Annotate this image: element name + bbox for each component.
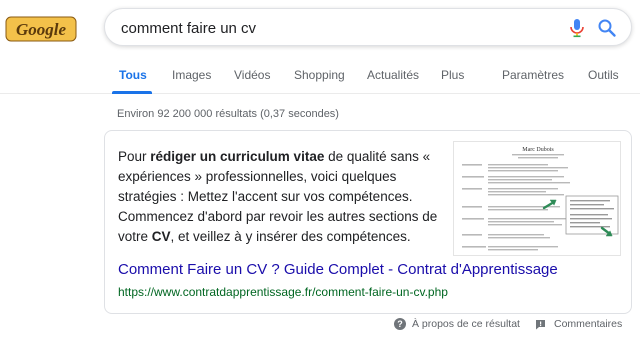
search-bar	[104, 8, 632, 46]
help-icon: ?	[394, 318, 406, 330]
result-title-link[interactable]: Comment Faire un CV ? Guide Complet - Co…	[118, 261, 558, 278]
google-logo[interactable]: Google	[4, 14, 78, 44]
tab-shopping[interactable]: Shopping	[294, 68, 345, 82]
feedback-label: Commentaires	[554, 318, 623, 330]
tab-all[interactable]: Tous	[119, 68, 147, 82]
feedback-icon	[536, 319, 545, 329]
microphone-icon[interactable]	[567, 17, 587, 39]
tab-images[interactable]: Images	[172, 68, 211, 82]
snippet-text: Pour rédiger un curriculum vitae de qual…	[118, 147, 443, 247]
tab-news[interactable]: Actualités	[367, 68, 419, 82]
search-icon[interactable]	[597, 18, 617, 38]
search-tabs: Tous Images Vidéos Shopping Actualités P…	[0, 60, 640, 94]
svg-text:Marc Dubois: Marc Dubois	[522, 147, 554, 153]
tab-settings[interactable]: Paramètres	[502, 68, 564, 82]
search-input[interactable]	[121, 18, 521, 38]
featured-snippet: Pour rédiger un curriculum vitae de qual…	[104, 130, 632, 314]
tab-more[interactable]: Plus	[441, 68, 464, 82]
snippet-text-part: , et veillez à y insérer des compétences…	[170, 229, 411, 244]
snippet-thumbnail[interactable]: Marc Dubois	[453, 141, 621, 256]
snippet-highlight: rédiger un curriculum vitae	[150, 149, 325, 164]
tab-videos[interactable]: Vidéos	[234, 68, 270, 82]
feedback-link[interactable]: Commentaires	[535, 318, 622, 330]
result-url: https://www.contratdapprentissage.fr/com…	[118, 285, 448, 299]
snippet-text-part: Pour	[118, 149, 151, 164]
svg-text:Google: Google	[16, 20, 67, 39]
cv-document-image: Marc Dubois	[462, 147, 619, 251]
about-result-link[interactable]: ? À propos de ce résultat	[394, 318, 520, 330]
tab-tools[interactable]: Outils	[588, 68, 619, 82]
active-tab-indicator	[112, 91, 152, 94]
result-stats: Environ 92 200 000 résultats (0,37 secon…	[117, 108, 339, 120]
about-result-label: À propos de ce résultat	[412, 318, 520, 330]
snippet-highlight: CV	[151, 229, 171, 244]
